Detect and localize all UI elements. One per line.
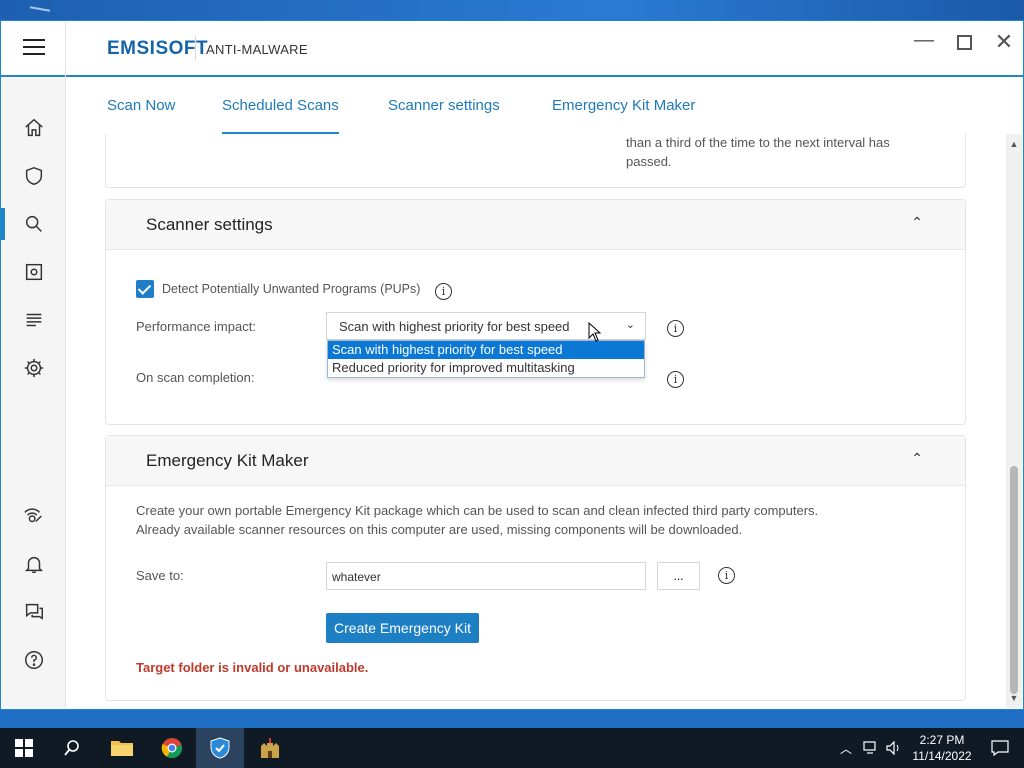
gear-icon xyxy=(24,358,43,378)
performance-info-icon[interactable]: i xyxy=(667,320,684,337)
taskbar-clock[interactable]: 2:27 PM 11/14/2022 xyxy=(904,732,980,764)
interval-note-line2: passed. xyxy=(626,154,672,169)
notification-center-icon[interactable] xyxy=(980,728,1020,768)
emergency-kit-header[interactable]: Emergency Kit Maker ⌃ xyxy=(106,436,965,486)
save-to-info-icon[interactable]: i xyxy=(718,567,735,584)
quarantine-icon xyxy=(25,263,42,281)
interval-note-line1: than a third of the time to the next int… xyxy=(626,135,890,150)
sidebar-item-quarantine[interactable] xyxy=(1,252,66,292)
taskbar-emsisoft[interactable] xyxy=(196,728,244,768)
scrollbar-thumb[interactable] xyxy=(1010,466,1018,694)
help-icon xyxy=(24,651,43,669)
sidebar-item-connection[interactable] xyxy=(1,496,66,536)
brand-logo: EMSISOFT xyxy=(107,38,209,59)
bell-icon xyxy=(24,556,43,573)
taskbar-file-explorer[interactable] xyxy=(98,728,146,768)
sidebar-item-scan[interactable] xyxy=(1,204,66,244)
scroll-up-arrow-icon[interactable]: ▲ xyxy=(1006,136,1022,152)
volume-icon[interactable] xyxy=(884,728,904,768)
dropdown-option-reduced-priority[interactable]: Reduced priority for improved multitaski… xyxy=(328,359,644,377)
start-button[interactable] xyxy=(0,728,48,768)
scanner-settings-header[interactable]: Scanner settings ⌃ xyxy=(106,200,965,250)
collapse-chevron-icon[interactable]: ⌃ xyxy=(911,214,923,231)
tab-emergency-kit-maker[interactable]: Emergency Kit Maker xyxy=(552,97,695,114)
clock-time: 2:27 PM xyxy=(919,733,965,747)
collapse-chevron-icon[interactable]: ⌃ xyxy=(911,450,923,467)
logs-icon xyxy=(26,313,41,327)
chevron-down-icon: ⌄ xyxy=(625,319,635,331)
scanner-settings-title: Scanner settings xyxy=(146,215,273,234)
taskbar-app[interactable] xyxy=(246,728,294,768)
shield-icon xyxy=(25,166,42,186)
emsisoft-shield-icon xyxy=(210,737,230,759)
castle-app-icon xyxy=(261,738,279,758)
error-message: Target folder is invalid or unavailable. xyxy=(136,660,369,675)
clock-date: 11/14/2022 xyxy=(912,749,972,763)
network-icon[interactable] xyxy=(860,728,882,768)
dropdown-option-highest-priority[interactable]: Scan with highest priority for best spee… xyxy=(328,341,644,359)
title-divider xyxy=(65,21,66,77)
performance-dropdown-list: Scan with highest priority for best spee… xyxy=(327,340,645,378)
close-button[interactable]: ✕ xyxy=(991,29,1017,55)
performance-selected-value: Scan with highest priority for best spee… xyxy=(339,319,570,334)
create-emergency-kit-button[interactable]: Create Emergency Kit xyxy=(326,613,479,643)
sidebar-item-settings[interactable] xyxy=(1,348,66,388)
show-hidden-icons-chevron-icon[interactable]: ︿ xyxy=(836,728,856,768)
pup-label: Detect Potentially Unwanted Programs (PU… xyxy=(162,282,421,296)
taskbar-chrome[interactable] xyxy=(148,728,196,768)
sidebar-item-notifications[interactable] xyxy=(1,544,66,584)
mouse-pointer-icon xyxy=(588,322,602,342)
maximize-button[interactable] xyxy=(951,31,977,56)
sidebar-item-protection[interactable] xyxy=(1,156,66,196)
windows-logo-icon xyxy=(15,739,33,757)
connection-icon xyxy=(23,508,42,523)
browse-button[interactable]: ... xyxy=(657,562,700,590)
tab-scan-now[interactable]: Scan Now xyxy=(107,97,175,114)
scroll-down-arrow-icon[interactable]: ▼ xyxy=(1006,690,1022,706)
product-name: ANTI-MALWARE xyxy=(206,42,308,57)
content-scrollbar[interactable]: ▲ ▼ xyxy=(1006,134,1022,708)
taskbar: ︿ 2:27 PM 11/14/2022 xyxy=(0,728,1024,768)
taskbar-search-button[interactable] xyxy=(48,728,96,768)
sidebar-item-logs[interactable] xyxy=(1,300,66,340)
search-icon xyxy=(64,740,79,756)
tab-scanner-settings[interactable]: Scanner settings xyxy=(388,97,500,114)
pup-checkbox[interactable] xyxy=(136,280,154,298)
title-bar: EMSISOFT ANTI-MALWARE — ✕ xyxy=(1,21,1023,77)
hamburger-menu-icon[interactable] xyxy=(23,39,45,57)
brand-divider xyxy=(195,35,196,61)
sidebar-item-home[interactable] xyxy=(1,108,66,148)
previous-settings-card: than a third of the time to the next int… xyxy=(105,134,966,188)
emergency-kit-card: Emergency Kit Maker ⌃ Create your own po… xyxy=(105,435,966,701)
sidebar-item-feedback[interactable] xyxy=(1,592,66,632)
desktop-background xyxy=(0,0,1024,22)
sidebar-item-help[interactable] xyxy=(1,640,66,680)
emergency-kit-title: Emergency Kit Maker xyxy=(146,451,309,470)
minimize-button[interactable]: — xyxy=(911,29,937,52)
scanner-settings-card: Scanner settings ⌃ Detect Potentially Un… xyxy=(105,199,966,425)
completion-info-icon[interactable]: i xyxy=(667,371,684,388)
save-path-input[interactable]: whatever xyxy=(326,562,646,590)
home-icon xyxy=(24,118,43,137)
emergency-kit-desc-line1: Create your own portable Emergency Kit p… xyxy=(136,503,819,518)
save-to-label: Save to: xyxy=(136,568,184,583)
tab-bar: Scan Now Scheduled Scans Scanner setting… xyxy=(67,79,987,136)
tab-scheduled-scans[interactable]: Scheduled Scans xyxy=(222,97,339,135)
search-icon xyxy=(25,215,42,232)
sidebar xyxy=(1,78,66,709)
performance-label: Performance impact: xyxy=(136,319,256,334)
pup-info-icon[interactable]: i xyxy=(435,283,452,300)
content-area: than a third of the time to the next int… xyxy=(66,134,1006,708)
emergency-kit-desc-line2: Already available scanner resources on t… xyxy=(136,522,743,537)
maximize-icon xyxy=(956,35,972,50)
chrome-icon xyxy=(161,738,182,759)
chat-icon xyxy=(25,603,43,620)
completion-label: On scan completion: xyxy=(136,370,255,385)
folder-icon xyxy=(111,741,133,756)
